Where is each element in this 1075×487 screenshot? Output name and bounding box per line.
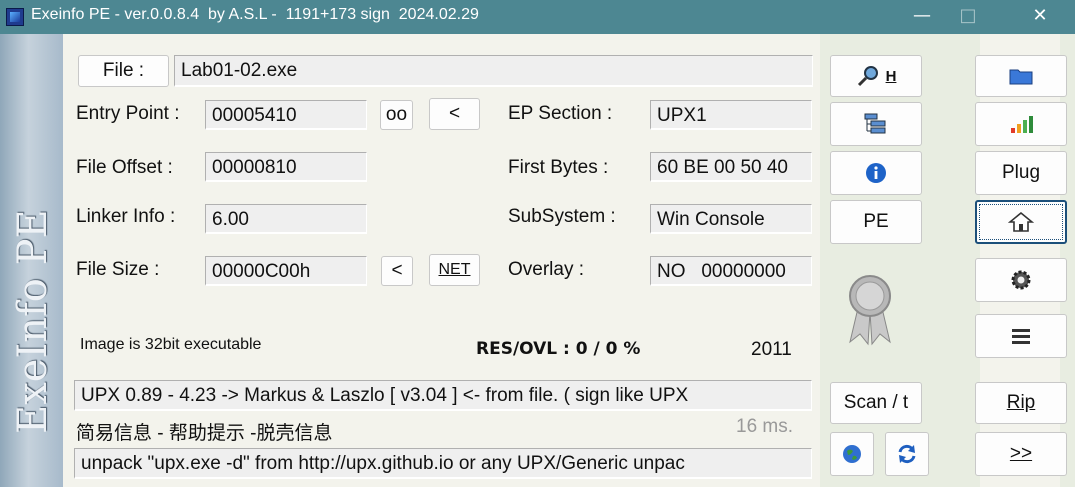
ep-back-label: < (448, 103, 461, 124)
unpack-hint-field[interactable]: unpack "upx.exe -d" from http://upx.gith… (74, 448, 812, 479)
menu-button[interactable] (975, 314, 1067, 358)
folder-icon (1009, 69, 1033, 85)
file-button-label: File : (102, 60, 145, 81)
overlay-field[interactable]: NO 00000000 (650, 256, 812, 286)
scan-button[interactable]: Scan / t (830, 382, 922, 424)
pe-button-label: PE (863, 211, 889, 232)
refresh-icon (898, 444, 916, 464)
brand-text: ExeInfo PE (10, 209, 56, 434)
first-bytes-field[interactable]: 60 BE 00 50 40 (650, 152, 812, 182)
search-h-button[interactable]: H (830, 55, 922, 97)
brand-sidebar: ExeInfo PE (0, 34, 63, 487)
fs-back-label: < (391, 260, 403, 281)
image-info-text: Image is 32bit executable (80, 336, 262, 353)
minimize-button[interactable]: — (899, 0, 945, 34)
stats-button[interactable] (975, 102, 1067, 146)
h-label: H (885, 67, 897, 85)
maximize-button[interactable]: □ (945, 0, 991, 34)
info-button[interactable] (830, 151, 922, 195)
close-button[interactable]: ✕ (1017, 0, 1063, 34)
entry-point-field[interactable]: 00005410 (205, 100, 367, 130)
entry-point-label: Entry Point : (76, 103, 180, 124)
app-icon (6, 8, 24, 26)
pe-button[interactable]: PE (830, 200, 922, 244)
entry-point-back-button[interactable]: < (429, 98, 480, 130)
rip-button[interactable]: Rip (975, 382, 1067, 424)
linker-info-field[interactable]: 6.00 (205, 204, 367, 234)
plug-button-label: Plug (1001, 162, 1041, 183)
plug-button[interactable]: Plug (975, 151, 1067, 195)
web-button[interactable] (830, 432, 874, 476)
file-size-label: File Size : (76, 259, 160, 280)
sections-button[interactable] (830, 102, 922, 146)
oo-button[interactable]: oo (380, 100, 413, 130)
info-icon (866, 163, 886, 183)
oo-button-label: oo (385, 104, 408, 125)
gear-icon (1011, 270, 1031, 290)
detection-result-field[interactable]: UPX 0.89 - 4.23 -> Markus & Laszlo [ v3.… (74, 380, 812, 411)
scan-time-text: 16 ms. (736, 416, 794, 437)
home-button[interactable] (975, 200, 1067, 244)
first-bytes-label: First Bytes : (508, 157, 609, 178)
file-size-field[interactable]: 00000C00h (205, 256, 367, 286)
title-bar: Exeinfo PE - ver.0.0.8.4 by A.S.L - 1191… (0, 0, 1075, 34)
help-links[interactable]: 简易信息 - 帮助提示 -脱壳信息 (76, 418, 333, 445)
next-button[interactable]: >> (975, 432, 1067, 476)
settings-button[interactable] (975, 258, 1067, 302)
ep-section-field[interactable]: UPX1 (650, 100, 812, 130)
subsystem-label: SubSystem : (508, 206, 616, 227)
res-ovl-text: RES/OVL : 0 / 0 % (476, 339, 641, 359)
file-offset-field[interactable]: 00000810 (205, 152, 367, 182)
file-offset-label: File Offset : (76, 157, 173, 178)
file-size-back-button[interactable]: < (381, 256, 413, 286)
signal-bars-icon (1011, 116, 1033, 133)
sections-icon (864, 113, 886, 134)
subsystem-field[interactable]: Win Console (650, 204, 812, 234)
file-button[interactable]: File : (78, 55, 169, 87)
next-button-label: >> (1009, 443, 1033, 464)
overlay-label: Overlay : (508, 259, 585, 280)
file-path-field[interactable]: Lab01-02.exe (174, 55, 813, 87)
open-folder-button[interactable] (975, 55, 1067, 97)
window-title: Exeinfo PE - ver.0.0.8.4 by A.S.L - 1191… (31, 6, 479, 23)
refresh-button[interactable] (885, 432, 929, 476)
home-icon (1008, 211, 1034, 232)
net-button[interactable]: NET (429, 254, 480, 286)
year-text: 2011 (751, 339, 792, 360)
menu-icon (1012, 329, 1030, 344)
rip-button-label: Rip (1006, 392, 1036, 413)
linker-info-label: Linker Info : (76, 206, 176, 227)
award-ribbon-icon (849, 275, 891, 346)
magnifier-icon (857, 66, 878, 87)
net-button-label: NET (438, 261, 471, 278)
scan-button-label: Scan / t (843, 392, 909, 413)
ep-section-label: EP Section : (508, 103, 613, 124)
globe-icon (843, 445, 861, 463)
